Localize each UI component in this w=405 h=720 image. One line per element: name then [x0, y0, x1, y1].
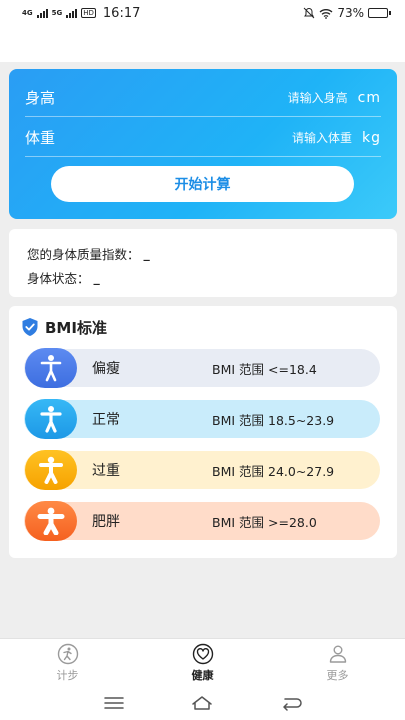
bmi-standard-card: BMI标准 偏瘦 BMI 范围 <=18.4 正常 BMI 范围 18.5~23…	[9, 306, 397, 558]
header-area	[0, 26, 405, 62]
standard-title-text: BMI标准	[45, 318, 107, 337]
person-figure-icon	[25, 399, 77, 439]
status-result-line: 身体状态： _	[27, 265, 379, 289]
result-card: 您的身体质量指数： _ 身体状态： _	[9, 229, 397, 297]
bmi-value: _	[143, 245, 150, 261]
signal-4g-label: 4G	[22, 9, 33, 17]
bmi-calculator-card: 身高 cm 体重 kg 开始计算	[9, 69, 397, 219]
height-label: 身高	[25, 89, 56, 107]
status-value: _	[93, 269, 100, 285]
heart-icon	[192, 643, 213, 664]
weight-row: 体重 kg	[25, 119, 381, 157]
nav-item-steps[interactable]: 计步	[0, 639, 135, 686]
status-left: 4G 5G HD 16:17	[22, 6, 140, 21]
signal-bars-icon	[66, 8, 78, 18]
category-range: BMI 范围 24.0~27.9	[212, 463, 335, 479]
category-range: BMI 范围 18.5~23.9	[212, 412, 335, 428]
category-name: 过重	[92, 463, 120, 479]
weight-unit: kg	[362, 129, 381, 146]
bmi-category-underweight: 偏瘦 BMI 范围 <=18.4	[24, 348, 380, 388]
status-right: 73%	[303, 6, 391, 20]
person-figure-icon	[25, 348, 77, 388]
category-name: 偏瘦	[92, 361, 120, 377]
person-icon	[329, 645, 346, 663]
weight-input[interactable]	[105, 130, 362, 145]
weight-label: 体重	[25, 129, 56, 147]
battery-percent: 73%	[337, 6, 364, 20]
hd-badge: HD	[81, 8, 96, 18]
bottom-nav: 计步 健康 更多	[0, 638, 405, 686]
height-input[interactable]	[105, 90, 358, 105]
status-label: 身体状态：	[27, 270, 90, 286]
home-icon[interactable]	[191, 695, 213, 711]
menu-icon[interactable]	[103, 695, 125, 711]
step-icon	[57, 643, 78, 664]
wifi-icon	[319, 8, 333, 19]
signal-5g-label: 5G	[51, 9, 63, 17]
mute-icon	[303, 7, 315, 19]
height-row: 身高 cm	[25, 79, 381, 117]
height-unit: cm	[357, 89, 381, 106]
system-nav-bar	[0, 686, 405, 720]
nav-label: 计步	[56, 668, 79, 682]
nav-label: 健康	[191, 668, 214, 682]
nav-item-health[interactable]: 健康	[135, 639, 270, 686]
category-name: 肥胖	[92, 514, 120, 530]
signal-bars-icon	[36, 8, 48, 18]
bmi-category-normal: 正常 BMI 范围 18.5~23.9	[24, 399, 380, 439]
status-time: 16:17	[102, 5, 141, 21]
category-name: 正常	[92, 412, 120, 428]
bmi-category-overweight: 过重 BMI 范围 24.0~27.9	[24, 450, 380, 490]
person-figure-icon	[25, 450, 77, 490]
bmi-label: 您的身体质量指数：	[27, 246, 140, 262]
nav-label: 更多	[326, 668, 349, 682]
battery-icon	[368, 8, 391, 18]
category-range: BMI 范围 >=28.0	[212, 514, 317, 530]
bmi-standard-title: BMI标准	[21, 316, 107, 338]
nav-item-more[interactable]: 更多	[270, 639, 405, 686]
bmi-category-obese: 肥胖 BMI 范围 >=28.0	[24, 501, 380, 541]
start-calculate-button[interactable]: 开始计算	[51, 166, 354, 202]
back-icon[interactable]	[280, 695, 302, 711]
bmi-result-line: 您的身体质量指数： _	[27, 241, 379, 265]
shield-check-icon	[22, 318, 38, 336]
category-range: BMI 范围 <=18.4	[212, 361, 317, 377]
status-bar: 4G 5G HD 16:17 73%	[0, 0, 405, 26]
person-figure-icon	[25, 501, 77, 541]
